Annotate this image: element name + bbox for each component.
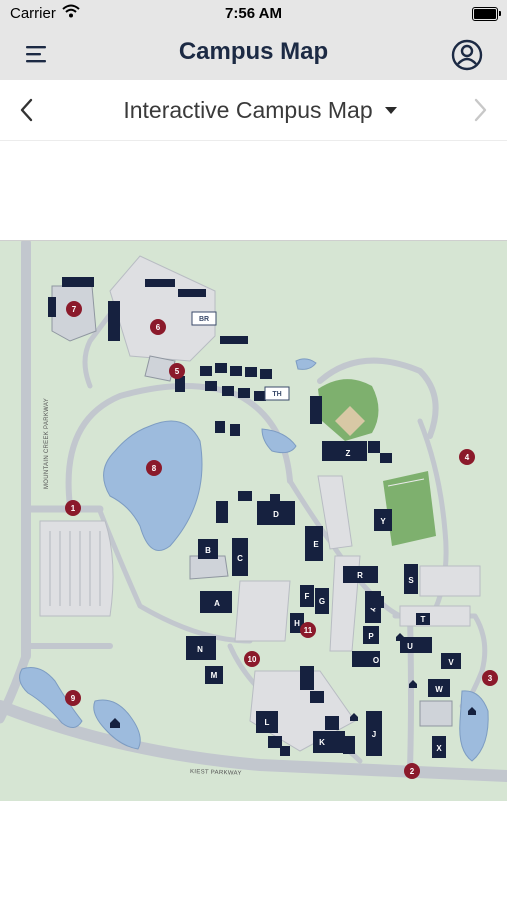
svg-text:B: B	[205, 546, 211, 555]
previous-map-button[interactable]	[14, 96, 42, 124]
svg-text:2: 2	[410, 767, 415, 776]
caret-down-icon	[384, 106, 397, 114]
road-label-mountain-creek: MOUNTAIN CREEK PARKWAY	[44, 398, 50, 489]
chevron-left-icon	[20, 98, 33, 122]
marker-2[interactable]: 2	[404, 763, 420, 779]
svg-text:N: N	[197, 645, 203, 654]
chevron-right-icon	[474, 98, 487, 122]
svg-text:A: A	[214, 599, 220, 608]
building-s[interactable]: S	[404, 564, 418, 594]
building-w[interactable]: W	[428, 679, 450, 697]
building-m[interactable]: M	[205, 666, 223, 684]
svg-text:S: S	[408, 576, 414, 585]
building-b[interactable]: B	[198, 539, 218, 559]
building-x[interactable]: X	[432, 736, 446, 758]
marker-4[interactable]: 4	[459, 449, 475, 465]
svg-text:5: 5	[175, 367, 180, 376]
svg-text:M: M	[211, 671, 218, 680]
map-dropdown-label: Interactive Campus Map	[123, 96, 373, 123]
svg-text:10: 10	[248, 655, 257, 664]
svg-text:F: F	[305, 592, 310, 601]
marker-3[interactable]: 3	[482, 670, 498, 686]
svg-text:W: W	[435, 685, 443, 694]
svg-text:3: 3	[488, 674, 493, 683]
campus-map[interactable]: A B C D E F G H J K L M N O P Q R S T U …	[0, 241, 507, 801]
svg-text:E: E	[313, 540, 319, 549]
svg-text:K: K	[319, 738, 325, 747]
svg-text:H: H	[294, 619, 300, 628]
svg-text:Z: Z	[346, 449, 351, 458]
marker-1[interactable]: 1	[65, 500, 81, 516]
parking-lot-central	[234, 580, 291, 642]
hamburger-menu-button[interactable]	[22, 41, 52, 67]
svg-text:9: 9	[71, 694, 76, 703]
building-f[interactable]: F	[300, 585, 314, 607]
campus-map-view[interactable]: A B C D E F G H J K L M N O P Q R S T U …	[0, 240, 507, 802]
svg-text:U: U	[407, 642, 413, 651]
next-map-button[interactable]	[465, 96, 493, 124]
building-u[interactable]: U	[400, 637, 432, 653]
clock-time: 7:56 AM	[225, 5, 282, 22]
map-selector-bar: Interactive Campus Map	[0, 80, 507, 141]
marker-10[interactable]: 10	[244, 651, 260, 667]
svg-text:Y: Y	[380, 517, 386, 526]
sign-th: TH	[264, 386, 290, 401]
parking-lot-east	[419, 565, 481, 597]
svg-text:V: V	[448, 658, 454, 667]
svg-text:J: J	[372, 730, 376, 739]
marker-7[interactable]: 7	[66, 301, 82, 317]
building-n[interactable]: N	[186, 636, 216, 660]
building-v[interactable]: V	[441, 653, 461, 669]
page-title: Campus Map	[178, 38, 329, 65]
building-c[interactable]: C	[232, 538, 248, 576]
svg-text:1: 1	[71, 504, 76, 513]
building-o[interactable]: O	[352, 651, 380, 667]
profile-button[interactable]	[449, 37, 485, 73]
marker-6[interactable]: 6	[150, 319, 166, 335]
building-r[interactable]: R	[343, 566, 378, 583]
marker-9[interactable]: 9	[65, 690, 81, 706]
svg-text:4: 4	[465, 453, 470, 462]
svg-text:11: 11	[304, 626, 313, 635]
svg-text:6: 6	[156, 323, 161, 332]
hamburger-menu-icon	[26, 46, 46, 63]
svg-text:C: C	[237, 554, 243, 563]
battery-icon	[472, 7, 501, 21]
building-y[interactable]: Y	[374, 509, 392, 531]
parking-lot-east-2	[399, 605, 471, 627]
building-p[interactable]: P	[363, 626, 379, 644]
marker-11[interactable]: 11	[300, 622, 316, 638]
building-j[interactable]: J	[366, 711, 382, 756]
building-k[interactable]: K	[313, 731, 345, 753]
parking-lot-west	[39, 520, 114, 617]
building-t[interactable]: T	[416, 613, 430, 625]
svg-text:G: G	[319, 597, 325, 606]
svg-text:T: T	[421, 615, 426, 624]
sign-br: BR	[191, 311, 217, 326]
svg-text:BR: BR	[199, 316, 209, 323]
building-a[interactable]: A	[200, 591, 232, 613]
building-g[interactable]: G	[315, 588, 329, 614]
building-z[interactable]: Z	[322, 441, 367, 461]
marker-5[interactable]: 5	[169, 363, 185, 379]
svg-text:P: P	[368, 632, 374, 641]
svg-text:D: D	[273, 510, 279, 519]
svg-text:O: O	[373, 656, 379, 665]
map-dropdown[interactable]: Interactive Campus Map	[110, 95, 410, 125]
svg-text:TH: TH	[272, 391, 281, 398]
top-navigation-bar: Campus Map	[0, 28, 507, 80]
svg-text:7: 7	[72, 305, 77, 314]
marker-8[interactable]: 8	[146, 460, 162, 476]
svg-text:X: X	[436, 744, 442, 753]
status-bar: Carrier 7:56 AM	[0, 0, 507, 28]
building-l[interactable]: L	[256, 711, 278, 733]
building-d[interactable]: D	[257, 501, 295, 525]
svg-text:8: 8	[152, 464, 157, 473]
user-circle-icon	[451, 39, 483, 71]
svg-text:L: L	[265, 718, 270, 727]
svg-text:R: R	[357, 571, 363, 580]
building-e[interactable]: E	[305, 526, 323, 561]
